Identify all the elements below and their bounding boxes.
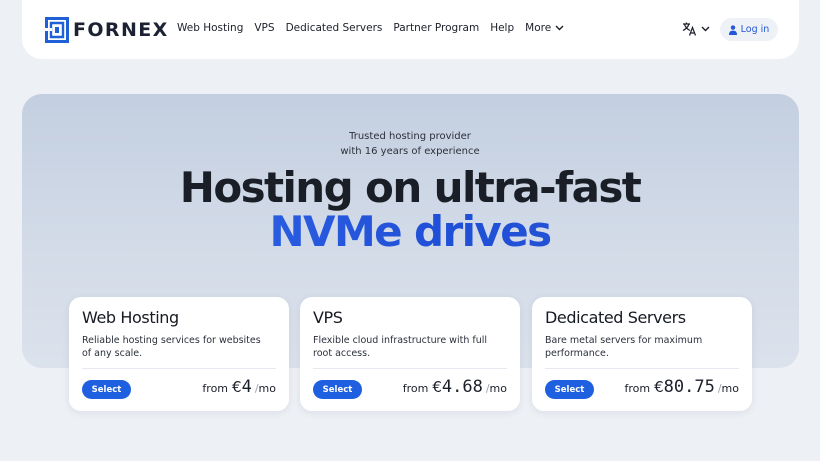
select-button[interactable]: Select	[82, 380, 131, 399]
price-prefix: from	[402, 382, 429, 395]
card-divider	[82, 368, 276, 369]
plan-description: Bare metal servers for maximum performan…	[545, 335, 703, 359]
hero-headline-accent: NVMe drives	[0, 210, 820, 254]
price-period-label: mo	[258, 382, 276, 395]
select-button[interactable]: Select	[313, 380, 362, 399]
nav-partner-program[interactable]: Partner Program	[393, 22, 479, 34]
price-prefix: from	[202, 382, 229, 395]
hero-headline: Hosting on ultra-fast	[179, 163, 642, 212]
plan-description: Flexible cloud infrastructure with full …	[313, 335, 488, 359]
price-currency: €	[432, 378, 442, 396]
plan-title: VPS	[313, 308, 343, 327]
price-period: /mo	[254, 382, 276, 395]
user-icon	[728, 24, 737, 35]
brand-logo[interactable]: FORNEX	[45, 17, 169, 43]
plan-card-dedicated-servers[interactable]: Dedicated Servers Bare metal servers for…	[532, 297, 752, 411]
price-period: /mo	[485, 382, 507, 395]
nav-more-label: More	[525, 22, 552, 34]
price-amount: 4.68	[441, 377, 483, 397]
plan-title: Web Hosting	[82, 308, 179, 327]
card-divider	[313, 368, 507, 369]
chevron-down-icon	[701, 26, 710, 32]
select-button[interactable]: Select	[545, 380, 594, 399]
translate-icon	[682, 22, 697, 36]
price-currency: €	[232, 378, 242, 396]
plan-price: from € 4 /mo	[202, 377, 276, 397]
nav-help[interactable]: Help	[490, 22, 514, 34]
plan-price: from € 4.68 /mo	[403, 377, 507, 397]
fornex-logo-icon	[45, 17, 69, 43]
price-period-label: mo	[721, 382, 739, 395]
plan-card-vps[interactable]: VPS Flexible cloud infrastructure with f…	[300, 297, 520, 411]
nav-more-dropdown[interactable]: More	[525, 22, 564, 34]
hero-tagline: Trusted hosting provider with 16 years o…	[0, 130, 820, 159]
brand-name: FORNEX	[73, 19, 169, 41]
price-currency: €	[654, 378, 664, 396]
tagline-line-1: Trusted hosting provider	[349, 131, 471, 142]
main-menu: Web Hosting VPS Dedicated Servers Partne…	[177, 22, 575, 34]
price-prefix: from	[624, 382, 651, 395]
plan-price: from € 80.75 /mo	[624, 377, 739, 397]
login-label: Log in	[740, 24, 770, 35]
price-amount: 4	[241, 377, 252, 397]
nav-vps[interactable]: VPS	[254, 22, 274, 34]
tagline-line-2: with 16 years of experience	[340, 145, 480, 157]
price-amount: 80.75	[663, 377, 715, 397]
top-navigation-bar: FORNEX Web Hosting VPS Dedicated Servers…	[22, 0, 799, 59]
login-button[interactable]: Log in	[720, 18, 778, 41]
plan-description: Reliable hosting services for websites o…	[82, 335, 261, 359]
plan-card-web-hosting[interactable]: Web Hosting Reliable hosting services fo…	[69, 297, 289, 411]
card-divider	[545, 368, 739, 369]
chevron-down-icon	[555, 25, 564, 31]
language-selector[interactable]	[682, 22, 710, 36]
price-period-label: mo	[489, 382, 507, 395]
price-period: /mo	[717, 382, 739, 395]
plan-title: Dedicated Servers	[545, 308, 686, 327]
nav-dedicated-servers[interactable]: Dedicated Servers	[286, 22, 383, 34]
nav-web-hosting[interactable]: Web Hosting	[177, 22, 243, 34]
